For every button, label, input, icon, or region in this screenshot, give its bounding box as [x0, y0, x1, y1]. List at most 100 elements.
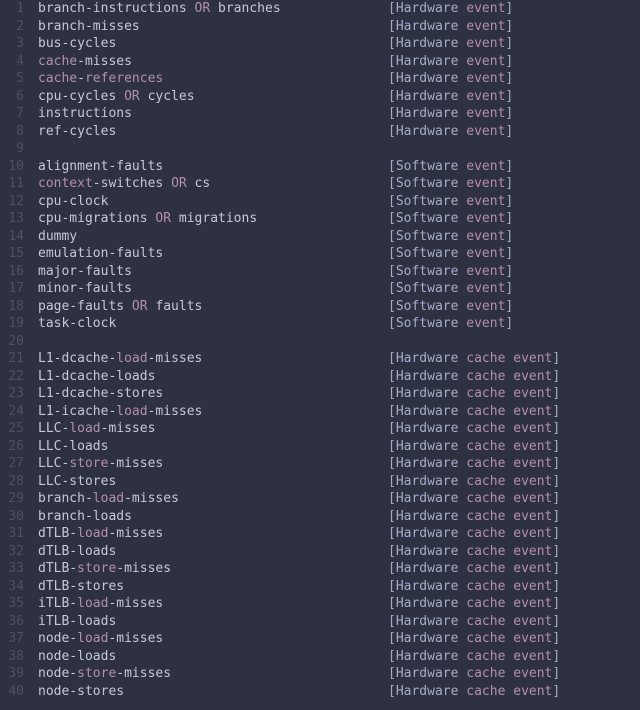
code-line[interactable]: 20	[0, 333, 640, 351]
code-content[interactable]: LLC-load-misses[Hardware cache event]	[34, 420, 155, 438]
code-line[interactable]: 6cpu-cycles OR cycles[Hardware event]	[0, 88, 640, 106]
text-token: alignment-faults	[38, 159, 163, 174]
code-content[interactable]: page-faults OR faults[Software event]	[34, 298, 202, 316]
code-line[interactable]: 1branch-instructions OR branches[Hardwar…	[0, 0, 640, 18]
code-content[interactable]: emulation-faults[Software event]	[34, 245, 163, 263]
code-content[interactable]: LLC-loads[Hardware cache event]	[34, 438, 108, 456]
code-content[interactable]: context-switches OR cs[Software event]	[34, 175, 210, 193]
code-line[interactable]: 39node-store-misses[Hardware cache event…	[0, 665, 640, 683]
keyword-token: OR	[155, 211, 171, 226]
event-type-label: [Software event]	[388, 245, 513, 263]
code-content[interactable]: L1-dcache-stores[Hardware cache event]	[34, 385, 163, 403]
code-content[interactable]: L1-dcache-load-misses[Hardware cache eve…	[34, 350, 202, 368]
code-line[interactable]: 33dTLB-store-misses[Hardware cache event…	[0, 560, 640, 578]
code-content[interactable]: major-faults[Software event]	[34, 263, 132, 281]
label-keyword: event	[466, 194, 505, 209]
code-line[interactable]: 7instructions[Hardware event]	[0, 105, 640, 123]
code-line[interactable]: 30 branch-loads[Hardware cache event]	[0, 508, 640, 526]
event-type-label: [Hardware cache event]	[388, 595, 560, 613]
text-token: dTLB-	[38, 561, 77, 576]
code-line[interactable]: 31dTLB-load-misses[Hardware cache event]	[0, 525, 640, 543]
code-line[interactable]: 2branch-misses[Hardware event]	[0, 18, 640, 36]
code-content[interactable]: dTLB-loads[Hardware cache event]	[34, 543, 116, 561]
code-line[interactable]: 11context-switches OR cs[Software event]	[0, 175, 640, 193]
code-content[interactable]: branch-instructions OR branches[Hardware…	[34, 0, 281, 18]
line-number: 10	[0, 158, 24, 176]
code-line[interactable]: 16major-faults[Software event]	[0, 263, 640, 281]
code-line[interactable]: 5cache-references[Hardware event]	[0, 70, 640, 88]
code-line[interactable]: 26LLC-loads[Hardware cache event]	[0, 438, 640, 456]
code-content[interactable]: cache-references[Hardware event]	[34, 70, 163, 88]
code-line[interactable]: 3bus-cycles[Hardware event]	[0, 35, 640, 53]
code-content[interactable]: ref-cycles[Hardware event]	[34, 123, 116, 141]
code-content[interactable]: cpu-cycles OR cycles[Hardware event]	[34, 88, 195, 106]
code-line[interactable]: 21L1-dcache-load-misses[Hardware cache e…	[0, 350, 640, 368]
code-content[interactable]: alignment-faults[Software event]	[34, 158, 163, 176]
line-number: 30	[0, 508, 24, 526]
code-content[interactable]: branch-loads[Hardware cache event]	[34, 508, 132, 526]
text-token: dTLB-	[38, 526, 77, 541]
text-token: L1-dcache-	[38, 351, 116, 366]
code-content[interactable]: bus-cycles[Hardware event]	[34, 35, 116, 53]
label-text: ]	[505, 229, 513, 244]
code-line[interactable]: 34dTLB-stores[Hardware cache event]	[0, 578, 640, 596]
code-line[interactable]: 28LLC-stores[Hardware cache event]	[0, 473, 640, 491]
code-content[interactable]: cpu-migrations OR migrations[Software ev…	[34, 210, 257, 228]
code-content[interactable]: minor-faults[Software event]	[34, 280, 132, 298]
line-number: 27	[0, 455, 24, 473]
code-content[interactable]: iTLB-load-misses[Hardware cache event]	[34, 595, 163, 613]
code-line[interactable]: 35iTLB-load-misses[Hardware cache event]	[0, 595, 640, 613]
code-content[interactable]: cpu-clock[Software event]	[34, 193, 108, 211]
code-editor[interactable]: 1branch-instructions OR branches[Hardwar…	[0, 0, 640, 700]
code-content[interactable]: iTLB-loads[Hardware cache event]	[34, 613, 116, 631]
code-content[interactable]: dummy[Software event]	[34, 228, 77, 246]
identifier-token: references	[85, 71, 163, 86]
code-content[interactable]: node-load-misses[Hardware cache event]	[34, 630, 163, 648]
label-text: ]	[505, 54, 513, 69]
code-line[interactable]: 24L1-icache-load-misses[Hardware cache e…	[0, 403, 640, 421]
code-line[interactable]: 38node-loads[Hardware cache event]	[0, 648, 640, 666]
code-content[interactable]: L1-dcache-loads[Hardware cache event]	[34, 368, 155, 386]
code-content[interactable]: task-clock[Software event]	[34, 315, 116, 333]
code-content[interactable]: branch-load-misses[Hardware cache event]	[34, 490, 179, 508]
code-line[interactable]: 37node-load-misses[Hardware cache event]	[0, 630, 640, 648]
code-line[interactable]: 8ref-cycles[Hardware event]	[0, 123, 640, 141]
code-line[interactable]: 10 alignment-faults[Software event]	[0, 158, 640, 176]
code-content[interactable]: node-store-misses[Hardware cache event]	[34, 665, 171, 683]
code-line[interactable]: 4cache-misses[Hardware event]	[0, 53, 640, 71]
code-content[interactable]: cache-misses[Hardware event]	[34, 53, 132, 71]
code-line[interactable]: 29branch-load-misses[Hardware cache even…	[0, 490, 640, 508]
code-content[interactable]: LLC-stores[Hardware cache event]	[34, 473, 116, 491]
text-token: branch-misses	[38, 19, 140, 34]
code-line[interactable]: 19task-clock[Software event]	[0, 315, 640, 333]
code-content[interactable]: node-stores[Hardware cache event]	[34, 683, 124, 701]
code-line[interactable]: 12cpu-clock[Software event]	[0, 193, 640, 211]
code-line[interactable]: 18page-faults OR faults[Software event]	[0, 298, 640, 316]
code-line[interactable]: 15emulation-faults[Software event]	[0, 245, 640, 263]
code-line[interactable]: 13cpu-migrations OR migrations[Software …	[0, 210, 640, 228]
code-line[interactable]: 27 LLC-store-misses[Hardware cache event]	[0, 455, 640, 473]
code-line[interactable]: 36iTLB-loads[Hardware cache event]	[0, 613, 640, 631]
code-line[interactable]: 9	[0, 140, 640, 158]
text-token: page-faults	[38, 299, 132, 314]
code-content[interactable]: dTLB-stores[Hardware cache event]	[34, 578, 124, 596]
code-line[interactable]: 25LLC-load-misses[Hardware cache event]	[0, 420, 640, 438]
code-content[interactable]: branch-misses[Hardware event]	[34, 18, 140, 36]
event-type-label: [Hardware event]	[388, 53, 513, 71]
code-content[interactable]: L1-icache-load-misses[Hardware cache eve…	[34, 403, 202, 421]
code-line[interactable]: 22L1-dcache-loads[Hardware cache event]	[0, 368, 640, 386]
code-line[interactable]: 32dTLB-loads[Hardware cache event]	[0, 543, 640, 561]
identifier-token: load	[116, 404, 147, 419]
code-line[interactable]: 23L1-dcache-stores[Hardware cache event]	[0, 385, 640, 403]
code-line[interactable]: 14dummy[Software event]	[0, 228, 640, 246]
code-line[interactable]: 40node-stores[Hardware cache event]	[0, 683, 640, 701]
code-content[interactable]: instructions[Hardware event]	[34, 105, 132, 123]
code-content[interactable]: node-loads[Hardware cache event]	[34, 648, 116, 666]
code-content[interactable]: LLC-store-misses[Hardware cache event]	[34, 455, 163, 473]
label-text: ]	[552, 491, 560, 506]
code-content[interactable]: dTLB-store-misses[Hardware cache event]	[34, 560, 171, 578]
label-text: ]	[552, 404, 560, 419]
label-text: [Hardware	[388, 526, 466, 541]
code-content[interactable]: dTLB-load-misses[Hardware cache event]	[34, 525, 163, 543]
code-line[interactable]: 17minor-faults[Software event]	[0, 280, 640, 298]
